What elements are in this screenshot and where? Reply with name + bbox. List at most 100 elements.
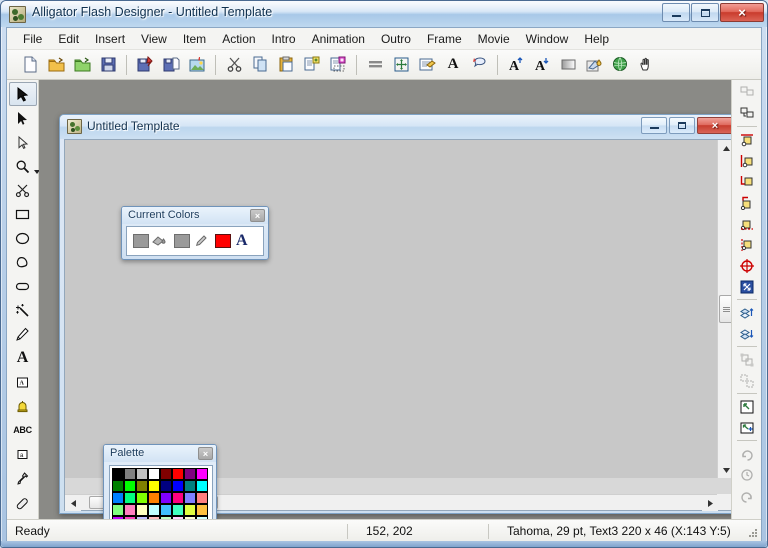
ellipse-tool[interactable] [9, 226, 37, 250]
palette-swatch[interactable] [172, 468, 184, 480]
copy-frame-button[interactable] [734, 82, 760, 103]
scroll-left-button[interactable] [65, 495, 81, 511]
open-file-button[interactable] [43, 53, 69, 77]
rotate-right-button[interactable] [734, 443, 760, 464]
palette-swatch[interactable] [124, 480, 136, 492]
group-button[interactable] [734, 349, 760, 370]
palette-swatch[interactable] [112, 504, 124, 516]
palette-swatch[interactable] [136, 480, 148, 492]
palette-swatch[interactable] [184, 492, 196, 504]
palette-swatch[interactable] [136, 504, 148, 516]
current-colors-title-bar[interactable]: Current Colors × [122, 207, 268, 224]
export-file-button[interactable] [158, 53, 184, 77]
save-button[interactable] [95, 53, 121, 77]
ungroup-button[interactable] [734, 370, 760, 391]
minimize-button[interactable] [662, 3, 690, 22]
align-bottom-button[interactable] [734, 192, 760, 213]
palette-swatch[interactable] [112, 468, 124, 480]
zoom-tool[interactable] [9, 154, 40, 178]
open-template-button[interactable] [69, 53, 95, 77]
cut-button[interactable] [221, 53, 247, 77]
properties-button[interactable] [414, 53, 440, 77]
center-horizontal-button[interactable] [734, 213, 760, 234]
scroll-right-button[interactable] [702, 495, 718, 511]
palette-swatch[interactable] [172, 504, 184, 516]
hand-pan-button[interactable] [633, 53, 659, 77]
palette-swatch[interactable] [196, 492, 208, 504]
center-on-stage-button[interactable] [734, 255, 760, 276]
duplicate-button[interactable] [299, 53, 325, 77]
eyedropper-tool[interactable] [9, 466, 37, 490]
palette-swatch[interactable] [196, 480, 208, 492]
palette-swatch[interactable] [160, 468, 172, 480]
center-vertical-button[interactable] [734, 234, 760, 255]
resize-grip[interactable] [745, 525, 757, 537]
align-top-button[interactable] [734, 129, 760, 150]
paste-special-button[interactable] [325, 53, 351, 77]
palette-swatch[interactable] [148, 492, 160, 504]
abc-tool[interactable]: ABC [9, 418, 37, 442]
paste-button[interactable] [273, 53, 299, 77]
paste-frame-button[interactable] [734, 103, 760, 124]
balloon-button[interactable] [466, 53, 492, 77]
bell-tool[interactable] [9, 394, 37, 418]
scroll-up-button[interactable] [718, 140, 731, 156]
publish-flash-button[interactable] [132, 53, 158, 77]
palette-swatch[interactable] [136, 492, 148, 504]
align-button[interactable] [362, 53, 388, 77]
menu-item-frame[interactable]: Frame [419, 29, 470, 49]
palette-swatch[interactable] [160, 492, 172, 504]
transform-button[interactable] [388, 53, 414, 77]
select-tool[interactable] [8, 82, 37, 106]
menu-item-outro[interactable]: Outro [373, 29, 419, 49]
direct-select-tool[interactable] [9, 106, 37, 130]
menu-item-insert[interactable]: Insert [87, 29, 133, 49]
palette-swatch[interactable] [148, 504, 160, 516]
menu-item-help[interactable]: Help [576, 29, 617, 49]
preview-browser-button[interactable] [607, 53, 633, 77]
align-right-button[interactable] [734, 171, 760, 192]
add-selection-button[interactable] [734, 417, 760, 438]
align-left-button[interactable] [734, 150, 760, 171]
menu-item-file[interactable]: File [15, 29, 50, 49]
vertical-scrollbar[interactable] [717, 140, 731, 478]
menu-item-movie[interactable]: Movie [470, 29, 518, 49]
line-color-swatch[interactable] [174, 234, 190, 248]
palette-swatch[interactable] [148, 480, 160, 492]
palette-swatch[interactable] [196, 468, 208, 480]
polygon-tool[interactable] [9, 250, 37, 274]
text-box-tool[interactable]: A [9, 370, 37, 394]
current-colors-close-button[interactable]: × [250, 209, 265, 222]
menu-item-edit[interactable]: Edit [50, 29, 87, 49]
export-image-button[interactable] [184, 53, 210, 77]
rectangle-tool[interactable] [9, 202, 37, 226]
palette-swatch[interactable] [196, 504, 208, 516]
document-restore-button[interactable] [669, 117, 695, 134]
palette-swatch[interactable] [160, 504, 172, 516]
vertical-scroll-thumb[interactable] [719, 295, 731, 323]
select-all-button[interactable] [734, 396, 760, 417]
menu-item-intro[interactable]: Intro [264, 29, 304, 49]
palette-swatch[interactable] [172, 480, 184, 492]
rotate-left-button[interactable] [734, 464, 760, 485]
palette-swatch[interactable] [124, 468, 136, 480]
palette-swatch[interactable] [184, 504, 196, 516]
palette-swatch[interactable] [160, 480, 172, 492]
palette-swatch[interactable] [184, 480, 196, 492]
undo-rotate-button[interactable] [734, 485, 760, 506]
copy-button[interactable] [247, 53, 273, 77]
document-minimize-button[interactable] [641, 117, 667, 134]
new-document-button[interactable] [17, 53, 43, 77]
menu-item-animation[interactable]: Animation [304, 29, 373, 49]
palette-swatch[interactable] [136, 468, 148, 480]
text-tool-button[interactable]: A [440, 53, 466, 77]
font-increase-button[interactable]: A [503, 53, 529, 77]
palette-swatch[interactable] [148, 468, 160, 480]
palette-swatch[interactable] [112, 480, 124, 492]
eraser-tool[interactable] [9, 490, 37, 514]
palette-swatch[interactable] [184, 468, 196, 480]
palette-swatch[interactable] [172, 492, 184, 504]
rounded-rect-tool[interactable] [9, 274, 37, 298]
menu-item-action[interactable]: Action [214, 29, 263, 49]
font-decrease-button[interactable]: A [529, 53, 555, 77]
